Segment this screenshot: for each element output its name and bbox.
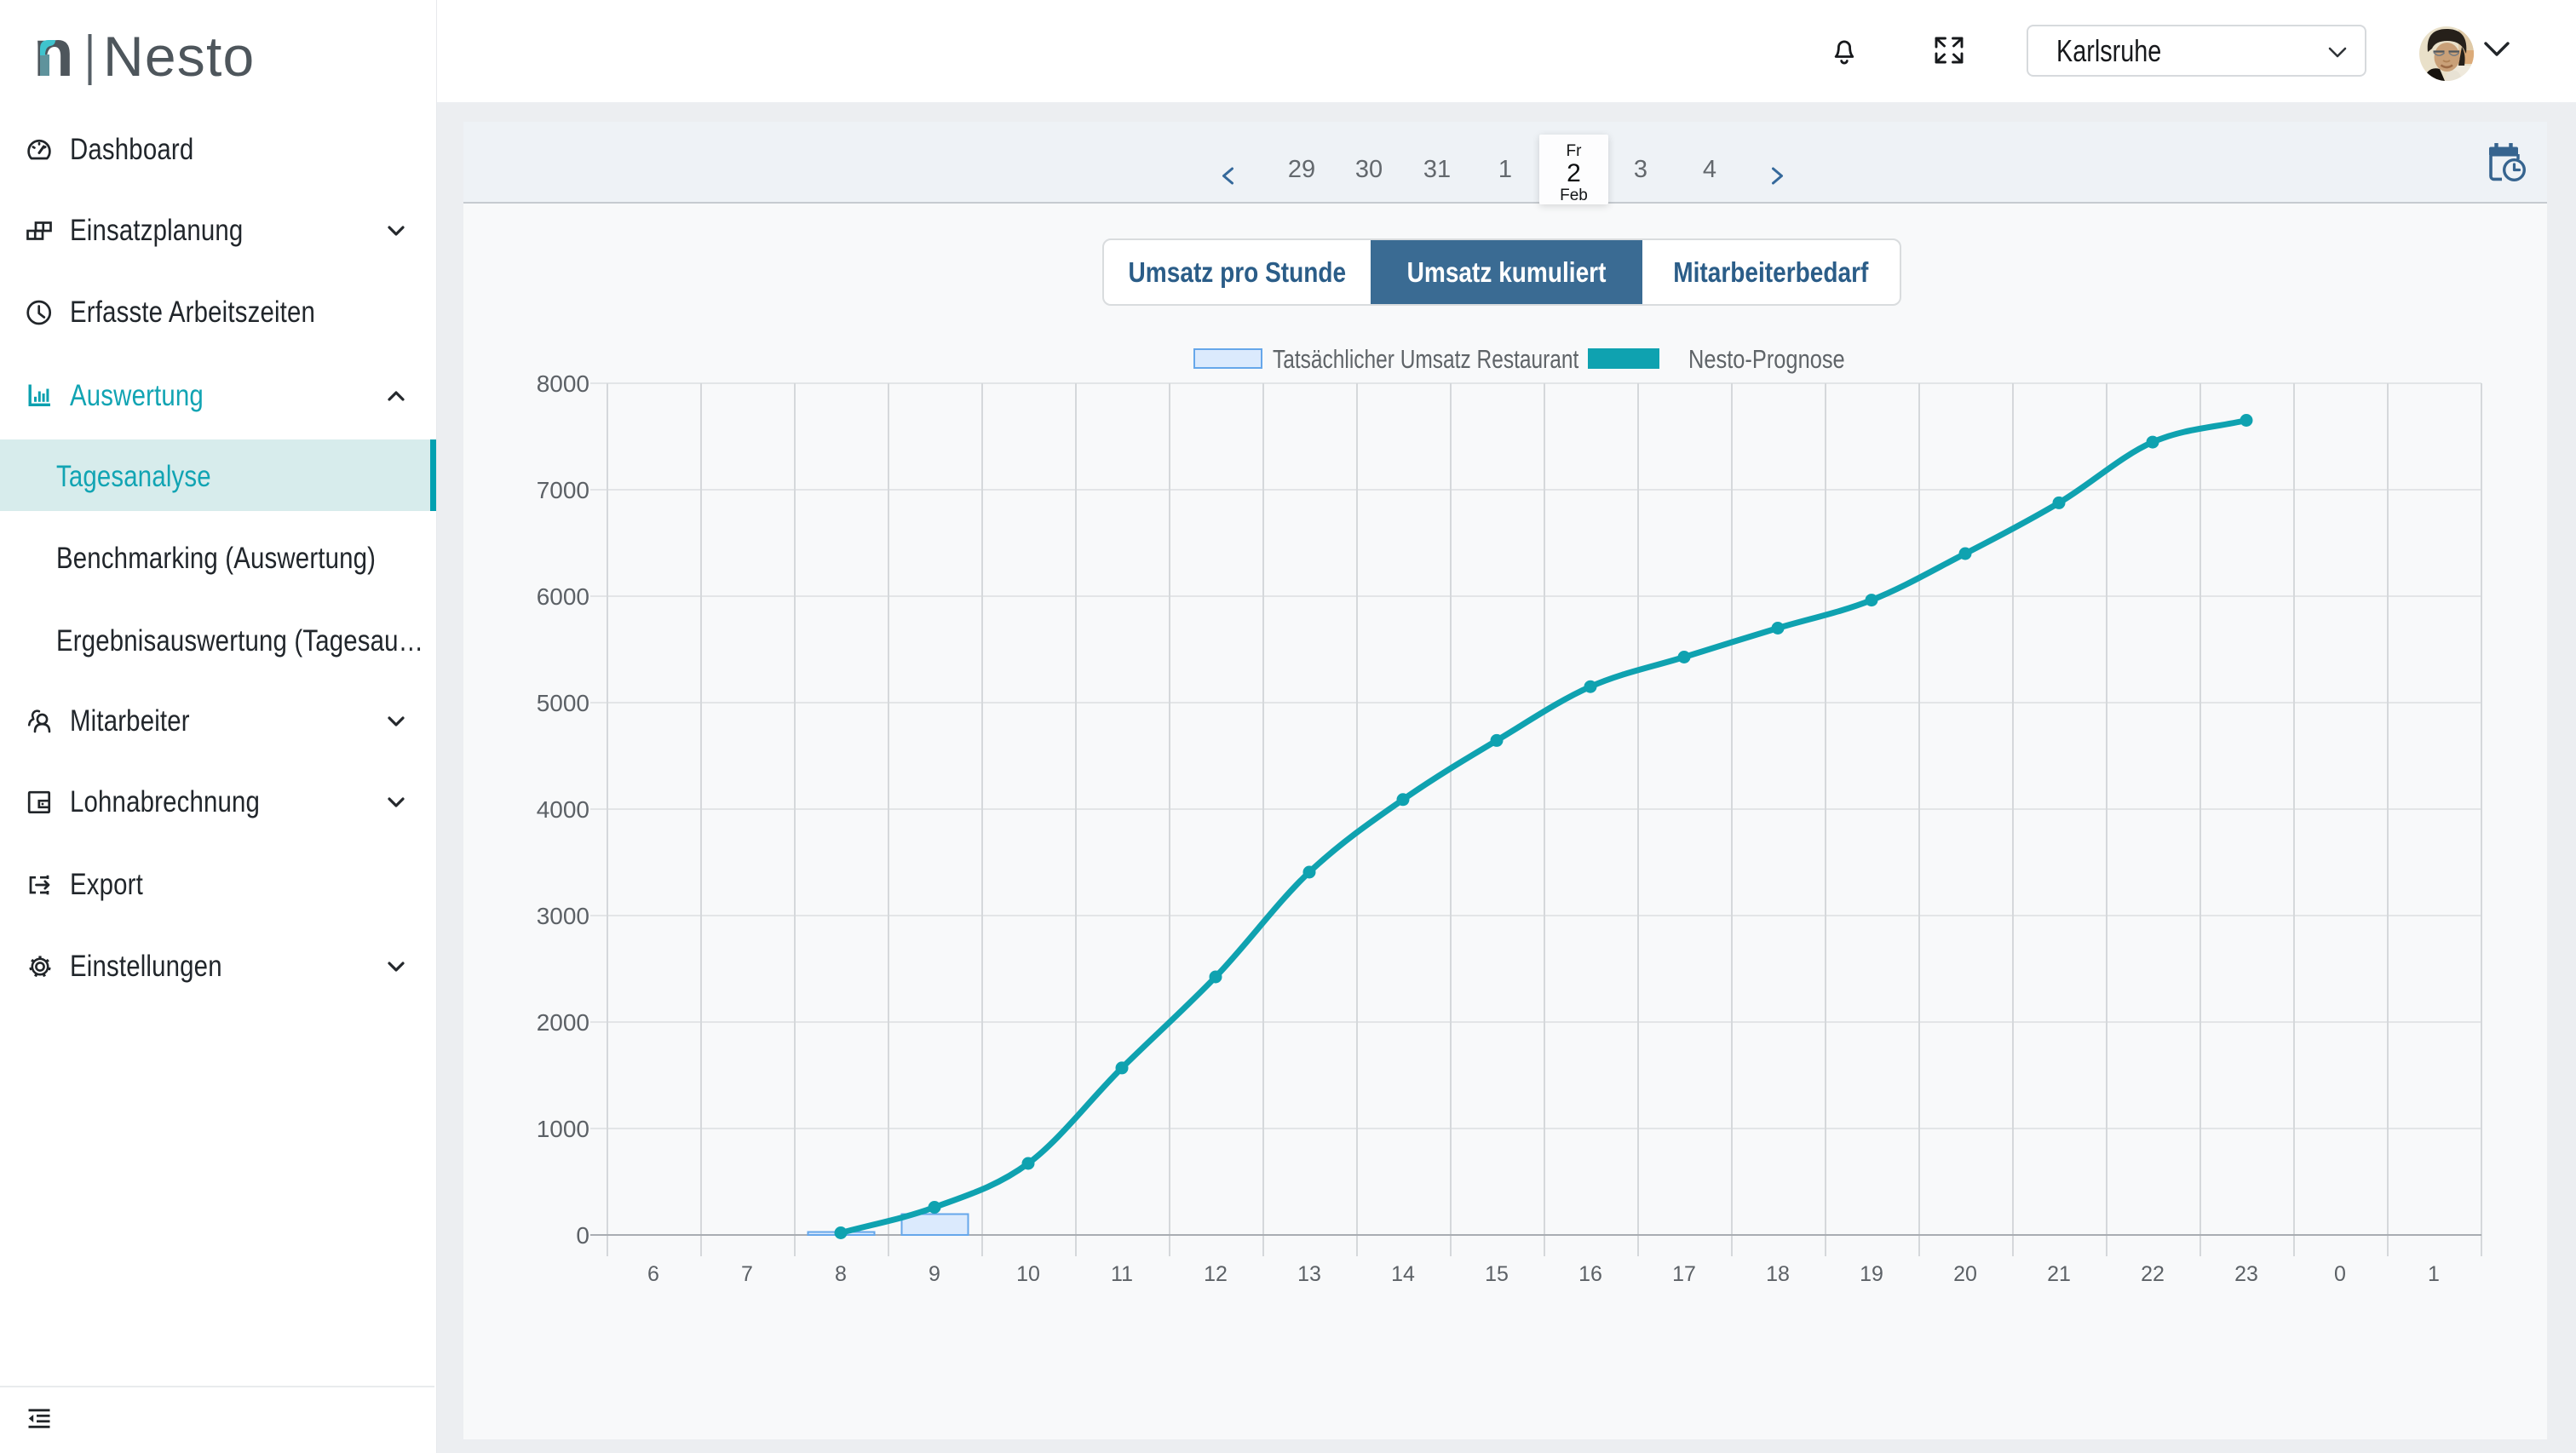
svg-text:5000: 5000 [537,690,589,716]
svg-text:0: 0 [2334,1262,2346,1286]
svg-text:11: 11 [1111,1262,1133,1286]
svg-text:7: 7 [741,1262,753,1286]
svg-text:1: 1 [2428,1262,2440,1286]
svg-text:16: 16 [1578,1262,1602,1286]
svg-text:2000: 2000 [537,1009,589,1036]
svg-text:10: 10 [1016,1262,1040,1286]
svg-text:9: 9 [929,1262,940,1286]
svg-text:0: 0 [576,1222,589,1249]
svg-text:8: 8 [835,1262,847,1286]
svg-text:15: 15 [1485,1262,1509,1286]
svg-text:1000: 1000 [537,1116,589,1142]
svg-text:17: 17 [1672,1262,1696,1286]
svg-text:20: 20 [1953,1262,1977,1286]
svg-text:12: 12 [1204,1262,1228,1286]
svg-text:7000: 7000 [537,477,589,503]
svg-text:6000: 6000 [537,583,589,610]
svg-text:3000: 3000 [537,903,589,929]
svg-text:18: 18 [1766,1262,1790,1286]
svg-text:8000: 8000 [537,370,589,397]
svg-text:6: 6 [647,1262,659,1286]
svg-text:23: 23 [2234,1262,2258,1286]
svg-text:Nesto: Nesto [103,34,255,87]
svg-text:21: 21 [2047,1262,2071,1286]
svg-text:13: 13 [1297,1262,1321,1286]
svg-text:22: 22 [2141,1262,2165,1286]
svg-text:19: 19 [1860,1262,1883,1286]
svg-text:14: 14 [1391,1262,1415,1286]
svg-text:4000: 4000 [537,796,589,823]
